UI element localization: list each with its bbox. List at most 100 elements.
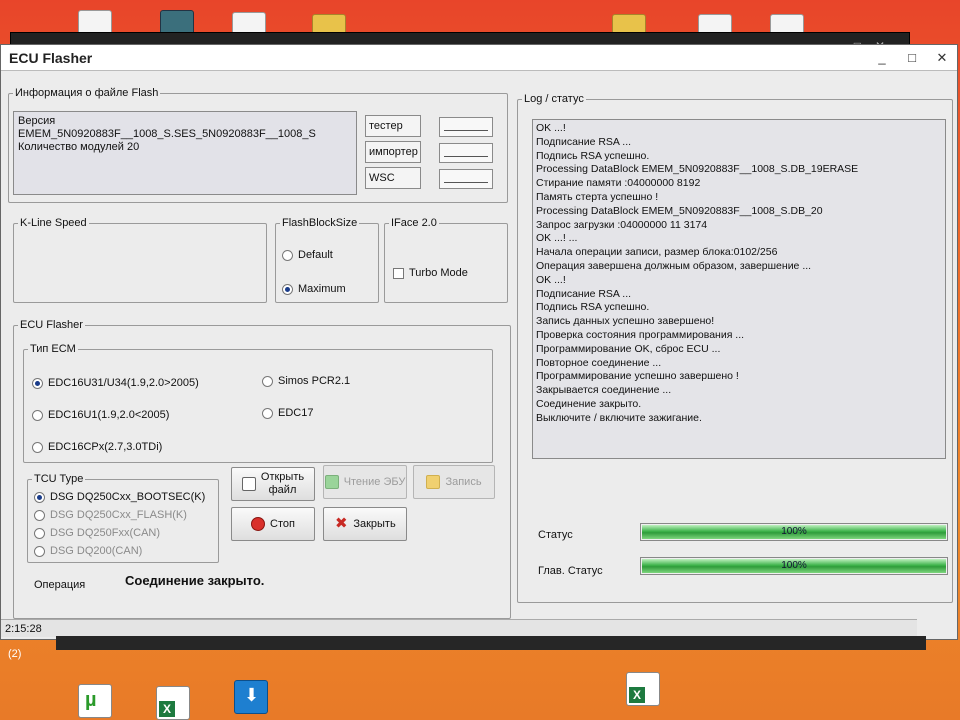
stop-label: Стоп [270, 518, 295, 530]
log-line: Выключите / включите зажигание. [536, 411, 702, 424]
torrent-icon[interactable] [78, 684, 112, 718]
radio-maximum-label: Maximum [298, 283, 346, 295]
log-line: Processing DataBlock EMEM_5N0920883F__10… [536, 204, 823, 217]
main-status-progress-text: 100% [781, 560, 807, 571]
file-info-legend: Информация о файле Flash [15, 87, 159, 99]
read-icon [324, 475, 339, 489]
radio-edc16u31-label: EDC16U31/U34(1.9,2.0>2005) [48, 377, 199, 389]
radio-button[interactable] [262, 407, 273, 419]
radio-default-label: Default [298, 249, 333, 261]
radio-edc16cpx-label: EDC16CPx(2.7,3.0TDi) [48, 441, 163, 453]
radio-button[interactable] [32, 441, 43, 453]
operation-value: Соединение закрыто. [125, 573, 265, 588]
status-progress-text: 100% [781, 526, 807, 537]
status-label: Статус [538, 529, 573, 541]
wsc-field [439, 169, 493, 189]
radio-simos-label: Simos PCR2.1 [278, 375, 351, 387]
close-app-button[interactable]: ✖ Закрыть [323, 507, 407, 541]
radio-edc17[interactable]: EDC17 [262, 407, 313, 419]
turbo-mode-checkbox[interactable]: Turbo Mode [393, 267, 468, 279]
open-file-label-1: Открыть [260, 471, 305, 483]
importer-field [439, 143, 493, 163]
iface-legend: IFace 2.0 [391, 217, 437, 229]
ecu-flasher-legend: ECU Flasher [20, 319, 83, 331]
notification-badge: (2) [8, 648, 22, 660]
download-icon[interactable] [234, 680, 268, 714]
file-info-group: Информация о файле Flash Версия EMEM_5N0… [8, 87, 508, 203]
flash-block-size-group: FlashBlockSize Default Maximum [275, 217, 379, 303]
turbo-mode-label: Turbo Mode [409, 267, 468, 279]
status-bar: 2:15:28 [1, 619, 917, 637]
radio-button[interactable] [32, 377, 43, 389]
status-time: 2:15:28 [5, 623, 42, 635]
radio-button [34, 509, 45, 521]
log-line: OK ...! [536, 273, 566, 286]
radio-dq250fxx-label: DSG DQ250Fxx(CAN) [50, 527, 161, 539]
radio-button [34, 545, 45, 557]
close-x-icon: ✖ [335, 515, 348, 532]
module-count: Количество модулей 20 [18, 141, 140, 153]
close-button[interactable]: ✕ [927, 50, 957, 66]
close-app-label: Закрыть [353, 518, 396, 530]
tester-label: тестер [365, 115, 421, 137]
minimize-button[interactable]: _ [867, 50, 897, 66]
write-label: Запись [445, 476, 482, 488]
ecu-flasher-window: ECU Flasher _ □ ✕ Информация о файле Fla… [0, 44, 958, 640]
lightning-icon [426, 475, 441, 489]
log-line: Подпись RSA успешно. [536, 301, 650, 314]
excel-icon[interactable] [626, 672, 660, 706]
open-file-button[interactable]: Открыть файл [231, 467, 315, 501]
log-line: Processing DataBlock EMEM_5N0920883F__10… [536, 163, 859, 176]
version-label: Версия [18, 115, 56, 127]
version-value: EMEM_5N0920883F__1008_S.SES_5N0920883F__… [18, 128, 316, 140]
write-button: Запись [413, 465, 495, 499]
log-line: Память стерта успешно ! [536, 190, 659, 203]
main-status-label: Глав. Статус [538, 565, 603, 577]
radio-button[interactable] [262, 375, 273, 387]
radio-edc16u31[interactable]: EDC16U31/U34(1.9,2.0>2005) [32, 377, 199, 389]
flash-block-size-legend: FlashBlockSize [282, 217, 358, 229]
maximize-button[interactable]: □ [897, 50, 927, 66]
ecm-type-legend: Тип ECM [30, 343, 76, 355]
kline-speed-legend: K-Line Speed [20, 217, 87, 229]
radio-dq250fxx: DSG DQ250Fxx(CAN) [34, 527, 160, 539]
read-ecu-label: Чтение ЭБУ [343, 476, 406, 488]
file-icon [241, 477, 256, 491]
log-line: Подпись RSA успешно. [536, 149, 650, 162]
main-status-progress-bar: 100% [640, 557, 948, 575]
log-line: Программирование успешно завершено ! [536, 370, 739, 383]
radio-edc16u1-label: EDC16U1(1.9,2.0<2005) [48, 409, 170, 421]
open-file-label-2: файл [268, 484, 297, 496]
stop-icon [251, 517, 266, 531]
checkbox-box[interactable] [393, 267, 404, 279]
log-line: Подписание RSA ... [536, 287, 632, 300]
radio-default[interactable]: Default [282, 249, 333, 261]
read-ecu-button: Чтение ЭБУ [323, 465, 407, 499]
radio-maximum[interactable]: Maximum [282, 283, 346, 295]
radio-dq200: DSG DQ200(CAN) [34, 545, 142, 557]
radio-dq250-bootsec-label: DSG DQ250Cxx_BOOTSEC(K) [50, 491, 206, 503]
title-bar[interactable]: ECU Flasher _ □ ✕ [1, 45, 957, 71]
radio-button[interactable] [32, 409, 43, 421]
radio-edc16u1[interactable]: EDC16U1(1.9,2.0<2005) [32, 409, 169, 421]
log-output[interactable]: OK ...! Подписание RSA ... Подпись RSA усп… [532, 119, 946, 459]
radio-dq200-label: DSG DQ200(CAN) [50, 545, 143, 557]
radio-dq250-bootsec[interactable]: DSG DQ250Cxx_BOOTSEC(K) [34, 491, 205, 503]
log-line: Запись данных успешно завершено! [536, 315, 715, 328]
log-line: Подписание RSA ... [536, 135, 632, 148]
log-line: Соединение закрыто. [536, 397, 642, 410]
log-line: Проверка состояния программирования ... [536, 328, 745, 341]
radio-dq250-flash-label: DSG DQ250Cxx_FLASH(K) [50, 509, 187, 521]
importer-label: импортер [365, 141, 421, 163]
status-progress-bar: 100% [640, 523, 948, 541]
radio-button[interactable] [34, 491, 45, 503]
log-line: Операция завершена должным образом, заве… [536, 259, 812, 272]
radio-edc16cpx[interactable]: EDC16CPx(2.7,3.0TDi) [32, 441, 162, 453]
excel-icon[interactable] [156, 686, 190, 720]
stop-button[interactable]: Стоп [231, 507, 315, 541]
radio-button[interactable] [282, 249, 293, 261]
radio-button[interactable] [282, 283, 293, 295]
ecm-type-group: Тип ECM EDC16U31/U34(1.9,2.0>2005) EDC16… [23, 343, 493, 463]
radio-simos[interactable]: Simos PCR2.1 [262, 375, 350, 387]
log-line: Закрывается соединение ... [536, 384, 672, 397]
